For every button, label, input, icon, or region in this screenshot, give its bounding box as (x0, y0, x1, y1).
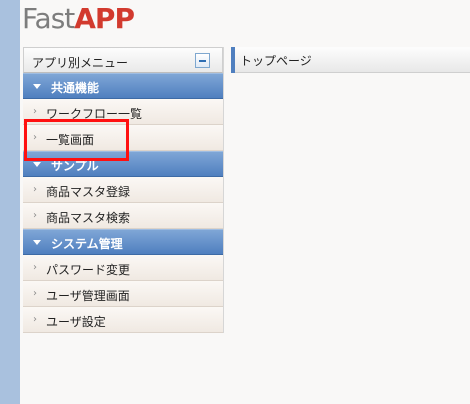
minus-icon (199, 60, 206, 62)
menu-item-user-management[interactable]: › ユーザ管理画面 (23, 281, 223, 307)
menu-item-product-master-register[interactable]: › 商品マスタ登録 (23, 177, 223, 203)
page-title: トップページ (240, 54, 312, 68)
left-edge-strip (0, 0, 20, 404)
menu-item-label: ユーザ管理画面 (46, 289, 130, 303)
menu-item-change-password[interactable]: › パスワード変更 (23, 255, 223, 281)
menu-item-label: 商品マスタ検索 (46, 211, 131, 225)
logo-text-fast: Fast (22, 2, 75, 35)
app-menu-sidebar: アプリ別メニュー 共通機能 › ワークフロー一覧 › 一覧画面 サンプル › 商… (23, 47, 224, 333)
app-logo: FastAPP (22, 2, 135, 36)
menu-item-label: パスワード変更 (46, 263, 131, 277)
menu-group-label: システム管理 (51, 237, 123, 251)
menu-group-system-admin[interactable]: システム管理 (23, 229, 223, 255)
chevron-right-icon: › (33, 210, 37, 221)
menu-item-label: 一覧画面 (46, 133, 95, 147)
menu-item-label: ユーザ設定 (46, 315, 106, 329)
chevron-right-icon: › (33, 184, 37, 195)
app-header: FastAPP (20, 0, 470, 46)
sidebar-title: アプリ別メニュー (32, 56, 129, 70)
sidebar-collapse-button[interactable] (195, 53, 210, 68)
menu-item-product-master-search[interactable]: › 商品マスタ検索 (23, 203, 223, 229)
chevron-right-icon: › (33, 288, 37, 299)
menu-item-workflow-list[interactable]: › ワークフロー一覧 (23, 99, 223, 125)
chevron-right-icon: › (33, 314, 37, 325)
menu-group-label: サンプル (51, 159, 99, 173)
menu-group-label: 共通機能 (51, 81, 100, 95)
caret-down-icon (33, 240, 41, 245)
main-panel-header: トップページ (231, 47, 470, 73)
caret-down-icon (33, 162, 41, 167)
header-accent-bar (231, 47, 235, 73)
menu-item-user-settings[interactable]: › ユーザ設定 (23, 307, 223, 333)
caret-down-icon (33, 84, 41, 89)
sidebar-header: アプリ別メニュー (23, 47, 223, 73)
logo-text-app: APP (74, 2, 135, 35)
menu-item-label: ワークフロー一覧 (46, 107, 143, 121)
menu-item-label: 商品マスタ登録 (46, 185, 131, 199)
chevron-right-icon: › (33, 132, 37, 143)
menu-group-sample[interactable]: サンプル (23, 151, 223, 177)
menu-group-common[interactable]: 共通機能 (23, 73, 223, 99)
chevron-right-icon: › (33, 106, 37, 117)
menu-item-list-screen[interactable]: › 一覧画面 (23, 125, 223, 151)
chevron-right-icon: › (33, 262, 37, 273)
